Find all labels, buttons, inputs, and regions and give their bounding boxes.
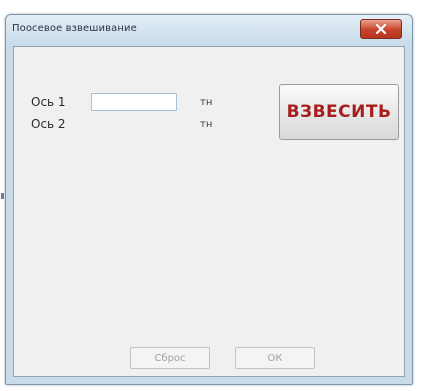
ok-button[interactable]: ОК: [235, 347, 315, 369]
window-edge-marker: [1, 193, 4, 199]
axle-1-unit: тн: [200, 97, 213, 108]
close-button[interactable]: [360, 19, 402, 39]
weigh-button[interactable]: ВЗВЕСИТЬ: [279, 84, 399, 140]
axle-2-unit: тн: [200, 119, 213, 130]
dialog-window: Поосевое взвешивание Ось 1 тн Ось 2 тн В…: [5, 14, 413, 385]
axle-1-input[interactable]: [91, 93, 177, 111]
reset-button[interactable]: Сброс: [130, 347, 210, 369]
axle-2-label: Ось 2: [31, 117, 66, 131]
window-title: Поосевое взвешивание: [12, 23, 137, 34]
close-x-icon: [375, 24, 387, 34]
title-bar[interactable]: Поосевое взвешивание: [6, 15, 412, 45]
axle-1-label: Ось 1: [31, 95, 66, 109]
dialog-content: Ось 1 тн Ось 2 тн ВЗВЕСИТЬ Сброс ОК: [13, 46, 405, 377]
